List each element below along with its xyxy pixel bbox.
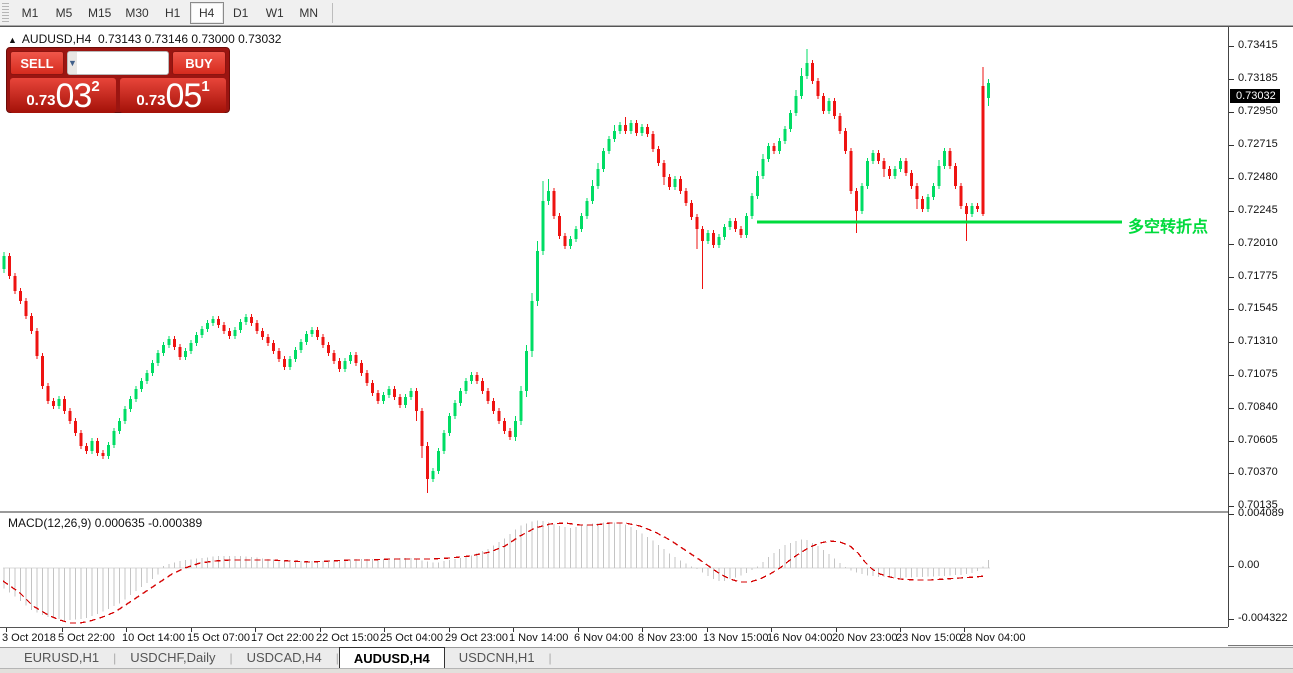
time-axis-label: 5 Oct 22:00 — [58, 632, 115, 644]
timeframe-toolbar: M1M5M15M30H1H4D1W1MN — [0, 0, 1293, 26]
timeframe-button-m15[interactable]: M15 — [81, 2, 118, 24]
timeframe-button-d1[interactable]: D1 — [224, 2, 258, 24]
time-axis-label: 17 Oct 22:00 — [251, 632, 314, 644]
sell-price-tile[interactable]: 0.73032 — [10, 78, 116, 113]
price-axis-label: 0.71775 — [1238, 270, 1278, 282]
macd-axis-label: 0.004089 — [1238, 507, 1284, 519]
price-axis-label: 0.72010 — [1238, 237, 1278, 249]
time-axis-label: 1 Nov 14:00 — [509, 632, 568, 644]
time-axis[interactable]: 3 Oct 20185 Oct 22:00 10 Oct 14:0015 Oct … — [0, 627, 1228, 647]
timeframe-button-w1[interactable]: W1 — [258, 2, 292, 24]
chart-ohlc-quote: 0.73143 0.73146 0.73000 0.73032 — [98, 32, 282, 46]
volume-stepper: ▼ ▲ — [67, 51, 169, 75]
chart-tab-audusd[interactable]: AUDUSD,H4 — [339, 647, 445, 669]
chart-tabs-bar: EURUSD,H1|USDCHF,Daily|USDCAD,H4|AUDUSD,… — [0, 647, 1293, 668]
price-axis-label: 0.70840 — [1238, 401, 1278, 413]
chart-tab-usdchf[interactable]: USDCHF,Daily — [116, 648, 229, 668]
buy-price-tile[interactable]: 0.73051 — [120, 78, 226, 113]
price-axis-label: 0.72950 — [1238, 105, 1278, 117]
timeframe-button-h1[interactable]: H1 — [156, 2, 190, 24]
price-axis-label: 0.70605 — [1238, 434, 1278, 446]
time-axis-label: 28 Nov 04:00 — [960, 632, 1025, 644]
macd-signal-line — [3, 523, 985, 623]
buy-price-sup: 1 — [201, 79, 209, 94]
time-axis-label: 15 Oct 07:00 — [187, 632, 250, 644]
price-axis-label: 0.72715 — [1238, 138, 1278, 150]
price-axis-label: 0.73415 — [1238, 39, 1278, 51]
time-axis-label: 29 Oct 23:00 — [445, 632, 508, 644]
macd-axis-label: 0.00 — [1238, 559, 1259, 571]
macd-axis-label: -0.004322 — [1238, 612, 1288, 624]
macd-indicator-label: MACD(12,26,9) 0.000635 -0.000389 — [8, 516, 202, 530]
time-axis-label: 25 Oct 04:00 — [380, 632, 443, 644]
price-axis-label: 0.72480 — [1238, 171, 1278, 183]
time-axis-label: 8 Nov 23:00 — [638, 632, 697, 644]
time-axis-label: 22 Oct 15:00 — [316, 632, 379, 644]
time-axis-label: 20 Nov 23:00 — [832, 632, 897, 644]
timeframe-button-mn[interactable]: MN — [292, 2, 326, 24]
buy-price-prefix: 0.73 — [136, 93, 165, 108]
chart-tab-usdcad[interactable]: USDCAD,H4 — [233, 648, 336, 668]
price-axis[interactable]: 0.73415 0.73185 0.72950 0.72715 0.72480 0.722… — [1228, 27, 1293, 627]
volume-input[interactable] — [77, 52, 169, 74]
time-axis-label: 13 Nov 15:00 — [703, 632, 768, 644]
sell-price-big: 03 — [56, 81, 92, 112]
volume-decrease-button[interactable]: ▼ — [68, 52, 77, 74]
chart-tab-usdcnh[interactable]: USDCNH,H1 — [445, 648, 549, 668]
timeframe-buttons: M1M5M15M30H1H4D1W1MN — [13, 2, 326, 24]
macd-canvas[interactable] — [0, 513, 1228, 627]
price-axis-label: 0.70370 — [1238, 466, 1278, 478]
caret-down-icon: ▼ — [68, 58, 77, 68]
one-click-trade-panel: SELL ▼ ▲ BUY 0.73032 — [6, 47, 230, 113]
price-axis-label: 0.73185 — [1238, 72, 1278, 84]
sell-button[interactable]: SELL — [10, 51, 64, 75]
main-plot[interactable]: ▲ AUDUSD,H4 0.73143 0.73146 0.73000 0.730… — [0, 27, 1228, 509]
collapse-triangle-icon[interactable]: ▲ — [8, 35, 17, 45]
timeframe-button-h4[interactable]: H4 — [190, 2, 224, 24]
price-axis-label: 0.71545 — [1238, 302, 1278, 314]
buy-price-big: 05 — [166, 81, 202, 112]
time-axis-label: 6 Nov 04:00 — [574, 632, 633, 644]
window-bottom-edge — [0, 668, 1293, 673]
trendline-annotation-label[interactable]: 多空转折点 — [1128, 213, 1208, 237]
buy-button[interactable]: BUY — [172, 51, 226, 75]
toolbar-separator — [332, 3, 333, 23]
chart-title: ▲ AUDUSD,H4 0.73143 0.73146 0.73000 0.730… — [8, 32, 281, 46]
timeframe-button-m30[interactable]: M30 — [118, 2, 155, 24]
current-price-tag: 0.73032 — [1230, 89, 1280, 103]
time-axis-label: 10 Oct 14:00 — [122, 632, 185, 644]
chart-symbol: AUDUSD,H4 — [22, 32, 91, 46]
chart-window: ▲ AUDUSD,H4 0.73143 0.73146 0.73000 0.730… — [0, 26, 1293, 646]
tab-separator: | — [549, 651, 552, 668]
price-axis-label: 0.71075 — [1238, 368, 1278, 380]
time-axis-label: 16 Nov 04:00 — [767, 632, 832, 644]
time-axis-label: 23 Nov 15:00 — [896, 632, 961, 644]
price-axis-label: 0.72245 — [1238, 204, 1278, 216]
macd-plot[interactable]: MACD(12,26,9) 0.000635 -0.000389 — [0, 511, 1228, 627]
timeframe-button-m1[interactable]: M1 — [13, 2, 47, 24]
price-axis-label: 0.71310 — [1238, 335, 1278, 347]
chart-tab-eurusd[interactable]: EURUSD,H1 — [10, 648, 113, 668]
mt4-window: M1M5M15M30H1H4D1W1MN ▲ AUDUSD,H4 0.73143 … — [0, 0, 1293, 673]
toolbar-drag-handle[interactable] — [2, 3, 9, 23]
sell-price-sup: 2 — [91, 79, 99, 94]
sell-price-prefix: 0.73 — [26, 93, 55, 108]
time-axis-label: 3 Oct 2018 — [2, 632, 56, 644]
timeframe-button-m5[interactable]: M5 — [47, 2, 81, 24]
